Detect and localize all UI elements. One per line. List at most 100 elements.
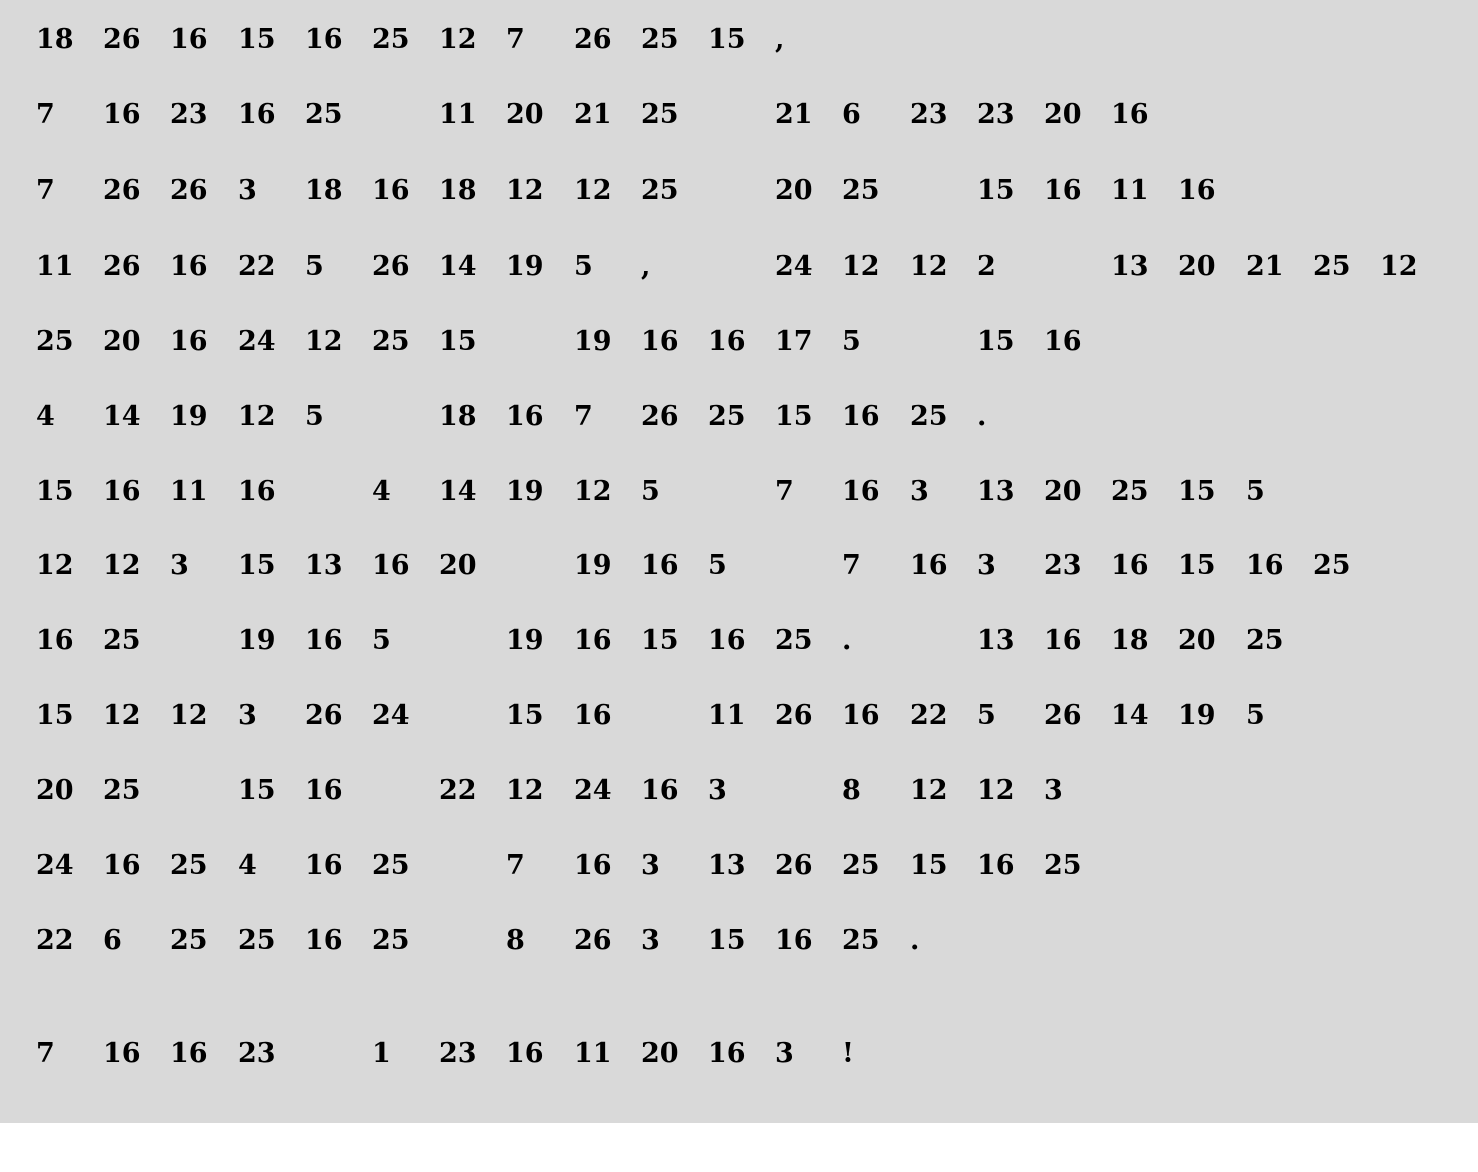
cipher-token: 25 [238,925,276,956]
cipher-token: 25 [170,850,208,881]
cipher-token: 16 [1044,175,1082,206]
cipher-token: 13 [977,625,1015,656]
cipher-token: 16 [305,925,343,956]
cipher-token: 13 [1111,251,1149,282]
cipher-token: 12 [574,476,612,507]
cipher-token: 5 [1246,476,1265,507]
cipher-token: 24 [36,850,74,881]
cipher-token: 15 [977,326,1015,357]
cipher-token: 19 [506,251,544,282]
cipher-token: 3 [775,1038,794,1069]
cipher-token: 19 [574,326,612,357]
cipher-token: , [775,24,785,55]
cipher-token: 5 [977,700,996,731]
cipher-token: 16 [842,401,880,432]
cipher-token: 22 [439,775,477,806]
cipher-token: 16 [775,925,813,956]
cipher-token: 16 [977,850,1015,881]
cipher-token: 15 [506,700,544,731]
cipher-token: 5 [305,401,324,432]
cipher-token: 12 [238,401,276,432]
cipher-token: 15 [775,401,813,432]
cipher-token: 16 [574,700,612,731]
cipher-token: 21 [775,99,813,130]
cipher-token: 20 [103,326,141,357]
cipher-token: 13 [305,550,343,581]
cipher-token: 19 [506,625,544,656]
cipher-token: 3 [708,775,727,806]
cipher-token: 6 [103,925,122,956]
cipher-token: 7 [574,401,593,432]
cipher-token: 5 [708,550,727,581]
cipher-token: 25 [103,625,141,656]
cipher-token: 21 [1246,251,1284,282]
cipher-token: 15 [238,775,276,806]
cipher-token: 15 [238,24,276,55]
cipher-token: 25 [1313,251,1351,282]
cipher-token: 19 [238,625,276,656]
cipher-token: 16 [641,775,679,806]
cipher-token: 16 [1044,326,1082,357]
cipher-token: 24 [238,326,276,357]
cipher-token: 14 [103,401,141,432]
cipher-token: 12 [506,775,544,806]
cipher-token: 19 [506,476,544,507]
cipher-token: 15 [708,24,746,55]
cipher-token: 18 [439,175,477,206]
cipher-token: 12 [170,700,208,731]
cipher-token: 16 [574,625,612,656]
cipher-token: . [842,625,852,656]
cipher-token: 20 [1044,99,1082,130]
cipher-token: 25 [708,401,746,432]
cipher-token: 13 [977,476,1015,507]
cipher-token: 26 [305,700,343,731]
cipher-token: 16 [170,251,208,282]
cipher-token: 26 [103,24,141,55]
cipher-token: 25 [372,850,410,881]
cipher-token: 25 [372,326,410,357]
cipher-token: 5 [1246,700,1265,731]
cipher-token: 16 [103,850,141,881]
cipher-token: 12 [305,326,343,357]
cipher-token: 19 [574,550,612,581]
cipher-token: 17 [775,326,813,357]
cipher-token: , [641,251,651,282]
cipher-token: 4 [372,476,391,507]
cipher-token: 16 [305,625,343,656]
cipher-token: 8 [842,775,861,806]
cipher-token: 20 [1178,625,1216,656]
cipher-token: 20 [641,1038,679,1069]
cipher-token: 26 [574,24,612,55]
cipher-token: 12 [103,550,141,581]
cipher-token: 23 [238,1038,276,1069]
cipher-token: 16 [842,700,880,731]
cipher-token: 1 [372,1038,391,1069]
cipher-token: 15 [439,326,477,357]
cipher-token: 14 [439,251,477,282]
cipher-token: 11 [708,700,746,731]
cipher-token: 26 [1044,700,1082,731]
cipher-token: 16 [238,476,276,507]
cipher-token: 26 [775,850,813,881]
cipher-token: 16 [305,850,343,881]
cipher-token: 13 [708,850,746,881]
cipher-token: 24 [574,775,612,806]
cipher-token: 7 [36,1038,55,1069]
cipher-token: 24 [372,700,410,731]
cipher-token: ! [842,1038,854,1069]
cipher-token: 12 [910,775,948,806]
cipher-token: 25 [641,99,679,130]
cipher-token: . [910,925,920,956]
cipher-token: 11 [36,251,74,282]
cipher-token: 16 [1111,550,1149,581]
cipher-token: 3 [910,476,929,507]
cipher-token: 22 [238,251,276,282]
cipher-token: 26 [372,251,410,282]
cipher-token: 12 [1380,251,1418,282]
cipher-panel: 18 26 16 15 16 25 12 7 26 25 15, 7 16 23 16 25 11 20 21 25 2… [0,0,1478,1123]
cipher-token: 16 [103,1038,141,1069]
cipher-token: 20 [439,550,477,581]
cipher-token: 25 [641,24,679,55]
cipher-token: 15 [1178,476,1216,507]
cipher-token: 5 [842,326,861,357]
